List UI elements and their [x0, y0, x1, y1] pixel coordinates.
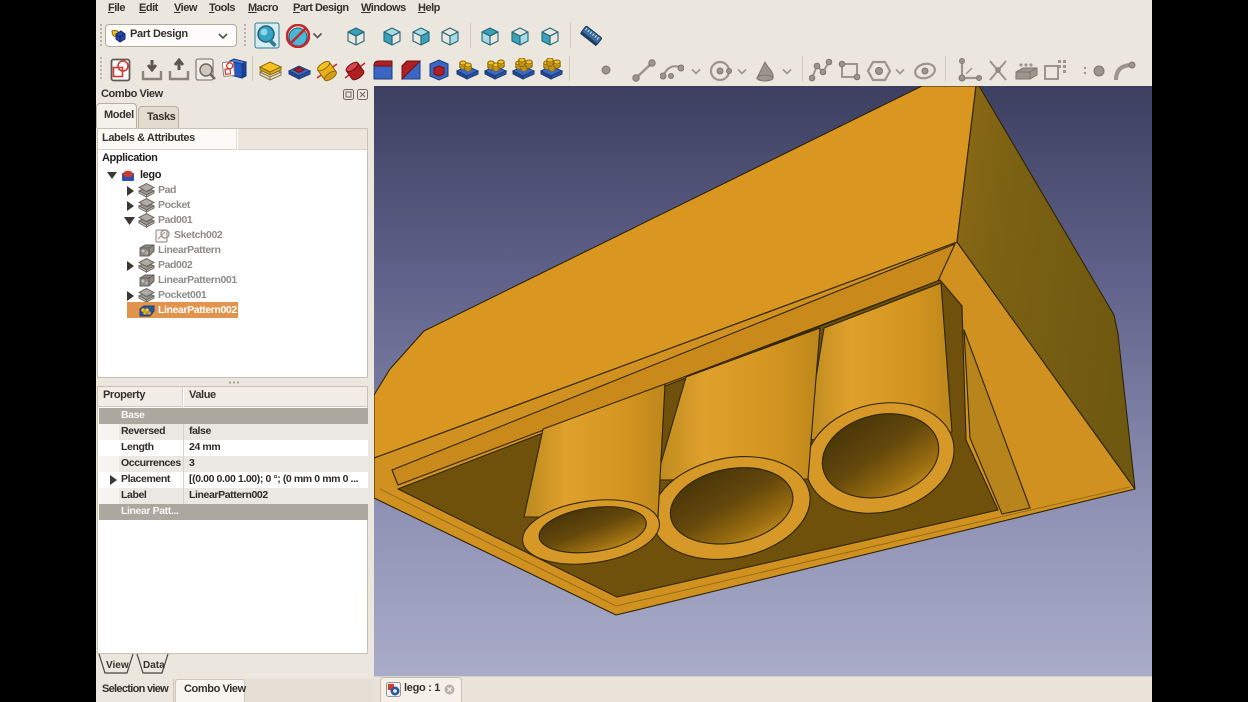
- svg-text:Data: Data: [143, 660, 165, 671]
- svg-text:View: View: [106, 660, 129, 671]
